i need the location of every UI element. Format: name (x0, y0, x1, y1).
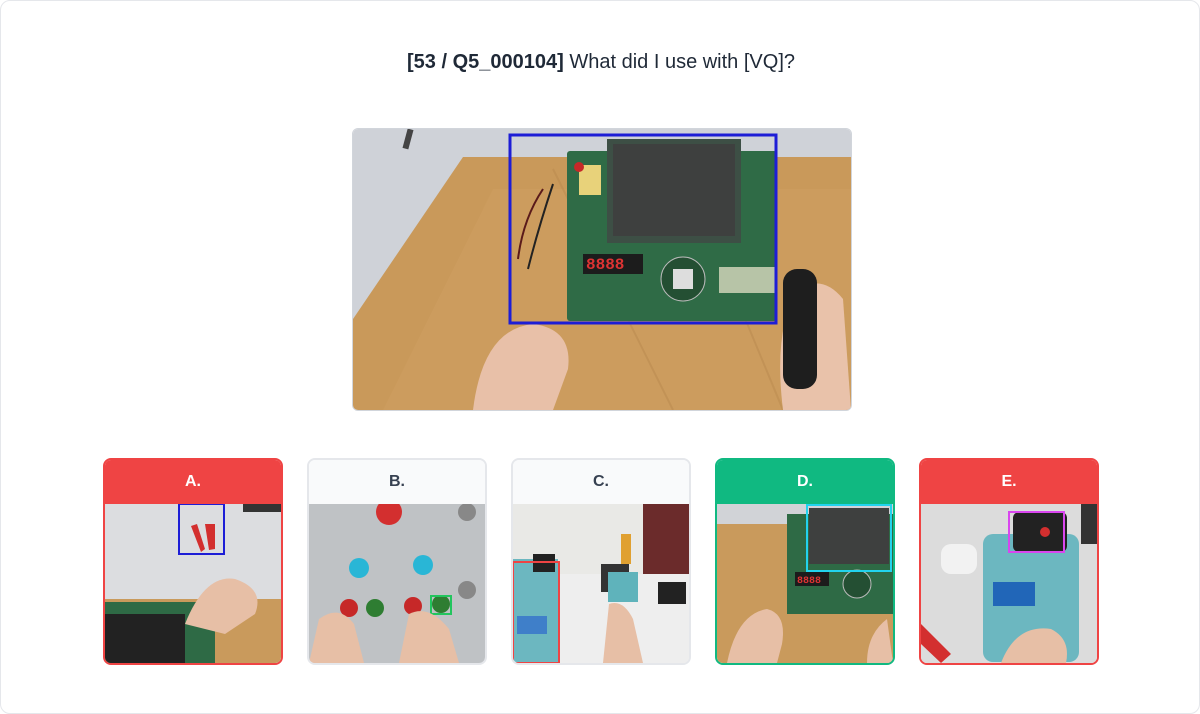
quiz-card: [53 / Q5_000104] What did I use with [VQ… (0, 0, 1200, 714)
question-id: [53 / Q5_000104] (407, 51, 564, 73)
svg-text:8888: 8888 (797, 576, 821, 587)
option-b-image (309, 504, 485, 663)
question-text: What did I use with [VQ]? (569, 51, 795, 73)
query-scene: 8888 (353, 129, 851, 410)
option-c-image (513, 504, 689, 663)
question-title: [53 / Q5_000104] What did I use with [VQ… (1, 51, 1200, 74)
option-b-label: B. (309, 460, 485, 504)
query-image: 8888 (352, 128, 852, 411)
option-b[interactable]: B. (307, 458, 487, 665)
option-c-label: C. (513, 460, 689, 504)
option-d-label: D. (717, 460, 893, 504)
option-e-label: E. (921, 460, 1097, 504)
option-e-image (921, 504, 1097, 663)
option-a[interactable]: A. (103, 458, 283, 665)
svg-text:8888: 8888 (586, 256, 624, 274)
option-c[interactable]: C. (511, 458, 691, 665)
option-a-image (105, 504, 281, 663)
option-d-image: 8888 (717, 504, 893, 663)
option-a-label: A. (105, 460, 281, 504)
option-d[interactable]: D. 8888 (715, 458, 895, 665)
option-e[interactable]: E. (919, 458, 1099, 665)
